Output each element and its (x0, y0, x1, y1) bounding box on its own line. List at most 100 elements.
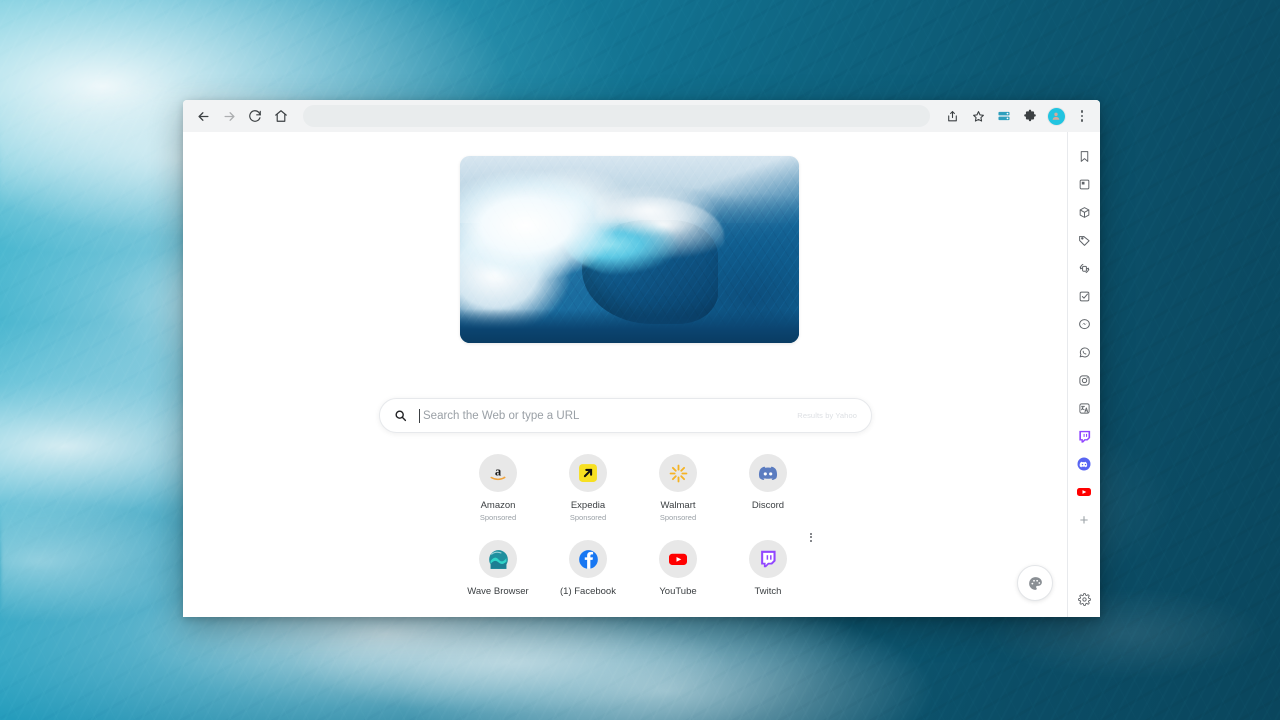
home-button[interactable] (269, 104, 293, 128)
sidebar-item-tasks[interactable] (1071, 282, 1097, 310)
shortcut-subtitle: Sponsored (479, 513, 517, 522)
hero-foreground-water (460, 309, 799, 343)
back-button[interactable] (191, 104, 215, 128)
sidebar-item-reading-list[interactable] (1071, 170, 1097, 198)
sidebar-item-discord[interactable] (1071, 450, 1097, 478)
shortcut-title: Expedia (570, 500, 606, 511)
plus-icon: + (1079, 511, 1089, 529)
shortcut-title: Wave Browser (467, 586, 529, 597)
tag-icon (1078, 235, 1090, 246)
svg-text:a: a (495, 464, 502, 478)
shortcut-tile (659, 540, 697, 578)
wallet-button[interactable] (992, 104, 1016, 128)
palette-icon (1028, 576, 1042, 590)
instagram-icon (1078, 374, 1090, 386)
window-body: Search the Web or type a URL Results by … (183, 132, 1100, 617)
search-icon (394, 409, 407, 422)
right-sidebar: + (1067, 132, 1100, 617)
puzzle-icon (1024, 109, 1036, 122)
arrow-left-icon (198, 111, 208, 121)
extensions-button[interactable] (1018, 104, 1042, 128)
phone-sync-icon (1079, 263, 1089, 273)
checklist-icon (1079, 291, 1089, 301)
sidebar-item-phone-sync[interactable] (1071, 254, 1097, 282)
sidebar-item-instagram[interactable] (1071, 366, 1097, 394)
discord-brand-tile (1076, 456, 1093, 473)
twitch-icon (761, 550, 776, 568)
new-tab-page: Search the Web or type a URL Results by … (183, 132, 1067, 617)
youtube-brand-tile (1076, 484, 1093, 501)
sidebar-item-deals[interactable] (1071, 226, 1097, 254)
amazon-icon: a (490, 464, 506, 481)
browser-menu-button[interactable] (1070, 104, 1094, 128)
shortcuts-grid: a Amazon Sponsored Expedia Sponsored Wal… (453, 450, 813, 599)
sidebar-item-whatsapp[interactable] (1071, 338, 1097, 366)
shortcut-youtube[interactable]: YouTube (633, 536, 723, 599)
sidebar-item-translate[interactable] (1071, 394, 1097, 422)
ocean-wave-hero-image (460, 156, 799, 343)
shortcut-amazon[interactable]: a Amazon Sponsored (453, 450, 543, 522)
forward-button[interactable] (217, 104, 241, 128)
shortcut-facebook[interactable]: (1) Facebook (543, 536, 633, 599)
bookmark-star-button[interactable] (966, 104, 990, 128)
share-button[interactable] (940, 104, 964, 128)
search-input[interactable]: Search the Web or type a URL (419, 408, 797, 423)
shortcut-discord[interactable]: Discord (723, 450, 813, 522)
avatar (1047, 107, 1065, 125)
shortcut-tile (749, 454, 787, 492)
shortcut-title: Walmart (660, 500, 696, 511)
shortcut-tile (479, 540, 517, 578)
reload-button[interactable] (243, 104, 267, 128)
sidebar-settings-button[interactable] (1071, 589, 1097, 617)
wallet-icon (998, 111, 1010, 121)
shortcut-menu-button[interactable] (805, 530, 817, 544)
shortcut-title: (1) Facebook (560, 586, 616, 597)
discord-icon (1077, 457, 1091, 471)
address-bar[interactable] (303, 105, 930, 127)
shortcut-tile (749, 540, 787, 578)
shortcut-twitch[interactable]: Twitch (723, 532, 813, 599)
twitch-icon (1078, 430, 1090, 443)
youtube-icon (1077, 488, 1091, 496)
sidebar-item-twitch[interactable] (1071, 422, 1097, 450)
reading-list-icon (1079, 179, 1089, 189)
shortcut-tile (659, 454, 697, 492)
search-box[interactable]: Search the Web or type a URL Results by … (379, 398, 872, 433)
profile-button[interactable] (1044, 104, 1068, 128)
messenger-icon (1078, 318, 1090, 329)
youtube-icon (669, 553, 687, 565)
arrow-right-icon (224, 111, 234, 121)
walmart-icon (669, 464, 687, 482)
gear-icon (1077, 592, 1091, 606)
shortcut-tile: a (479, 454, 517, 492)
shortcut-title: Discord (751, 500, 785, 511)
customize-button[interactable] (1017, 565, 1053, 601)
whatsapp-icon (1079, 347, 1090, 357)
shortcut-title: YouTube (659, 586, 697, 597)
bookmark-icon (1080, 150, 1088, 162)
facebook-icon (578, 549, 598, 569)
shortcut-wave-browser[interactable]: Wave Browser (453, 536, 543, 599)
sidebar-item-bookmarks[interactable] (1071, 142, 1097, 170)
translate-icon (1078, 402, 1090, 414)
sidebar-item-youtube[interactable] (1071, 478, 1097, 506)
shortcut-walmart[interactable]: Walmart Sponsored (633, 450, 723, 522)
discord-icon (758, 466, 778, 481)
sidebar-item-packages[interactable] (1071, 198, 1097, 226)
shortcut-subtitle: Sponsored (659, 513, 697, 522)
share-icon (947, 110, 957, 121)
shortcut-tile (569, 454, 607, 492)
sidebar-add-button[interactable]: + (1071, 506, 1097, 534)
home-icon (275, 110, 287, 122)
three-dots-icon (1080, 110, 1084, 122)
shortcut-subtitle: Sponsored (569, 513, 607, 522)
reload-icon (249, 110, 261, 122)
shortcut-title: Twitch (754, 586, 782, 597)
sidebar-item-messenger[interactable] (1071, 310, 1097, 338)
package-icon (1079, 206, 1089, 218)
shortcut-tile (569, 540, 607, 578)
wave-browser-icon (488, 549, 508, 569)
browser-toolbar (183, 100, 1100, 132)
shortcut-expedia[interactable]: Expedia Sponsored (543, 450, 633, 522)
person-icon (1052, 112, 1060, 120)
